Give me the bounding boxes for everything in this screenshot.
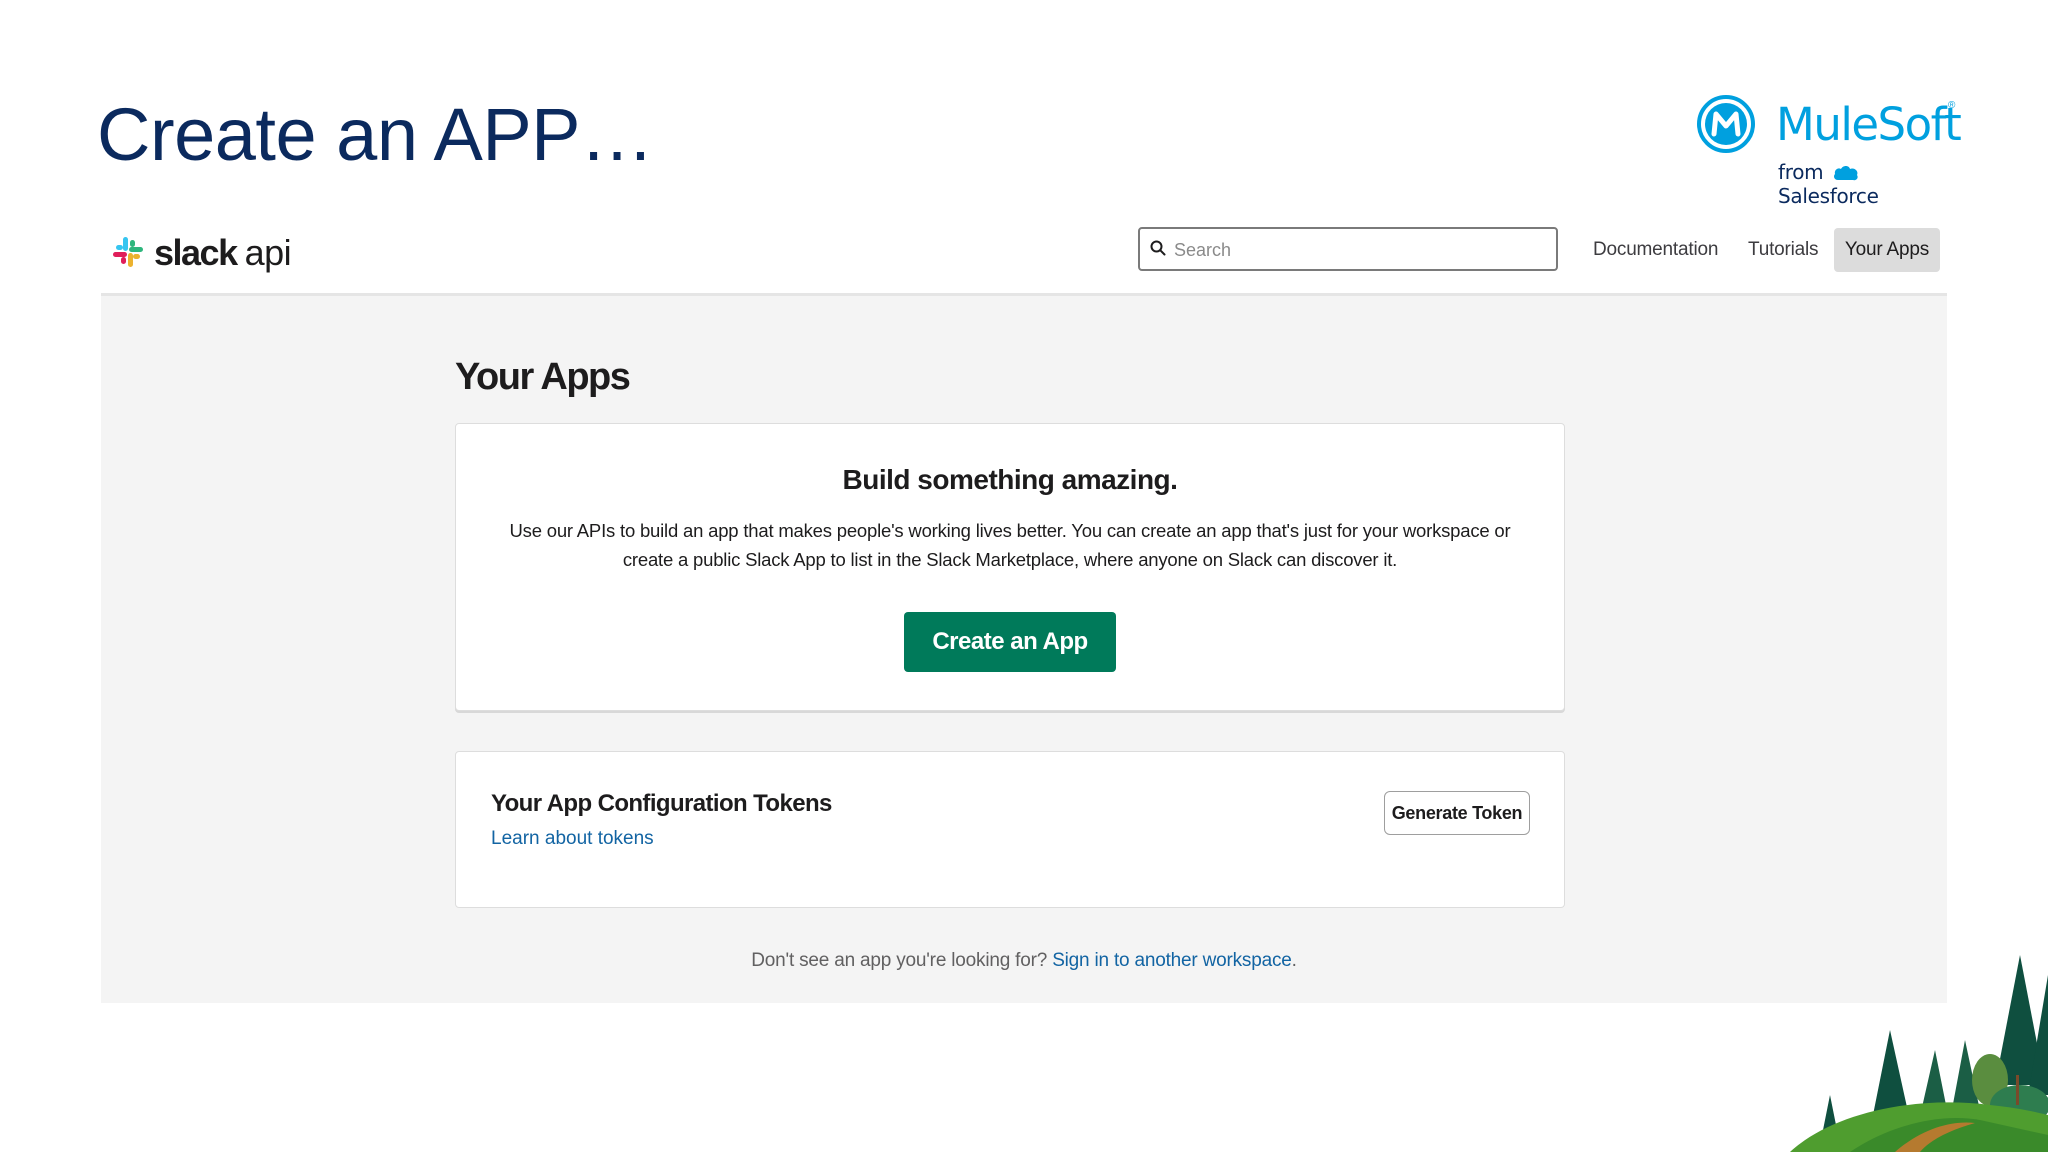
create-app-button[interactable]: Create an App bbox=[904, 612, 1116, 672]
sign-in-workspace-link[interactable]: Sign in to another workspace bbox=[1052, 950, 1292, 971]
slack-api-header: slackapi Documentation Tutorials Your Ap… bbox=[101, 212, 1947, 296]
footer-period: . bbox=[1291, 950, 1297, 971]
forest-illustration bbox=[1790, 955, 2048, 1152]
slack-brand: slack bbox=[154, 232, 238, 273]
tokens-heading: Your App Configuration Tokens bbox=[491, 790, 832, 817]
slide-title: Create an APP… bbox=[97, 93, 654, 176]
salesforce-text: Salesforce bbox=[1778, 184, 1879, 208]
nav-documentation[interactable]: Documentation bbox=[1593, 228, 1718, 272]
from-text: from bbox=[1778, 160, 1824, 184]
build-heading: Build something amazing. bbox=[842, 464, 1178, 495]
page-title: Your Apps bbox=[455, 356, 631, 398]
search-input[interactable] bbox=[1172, 235, 1546, 265]
from-salesforce: from Salesforce bbox=[1778, 160, 1956, 208]
config-tokens-card: Your App Configuration Tokens Learn abou… bbox=[455, 751, 1565, 908]
slack-logo-icon bbox=[113, 237, 143, 267]
build-app-card: Build something amazing. Use our APIs to… bbox=[455, 423, 1565, 711]
mulesoft-logo: MuleSoft ® from Salesforce bbox=[1696, 94, 1962, 208]
search-icon bbox=[1150, 240, 1166, 256]
nav-tutorials[interactable]: Tutorials bbox=[1748, 228, 1819, 272]
salesforce-cloud-icon bbox=[1834, 166, 1859, 181]
registered-mark: ® bbox=[1948, 100, 1956, 111]
mulesoft-icon bbox=[1697, 95, 1755, 153]
footer-note: Don't see an app you're looking for? Sig… bbox=[101, 950, 1947, 972]
nav-your-apps[interactable]: Your Apps bbox=[1834, 228, 1940, 272]
generate-token-button[interactable]: Generate Token bbox=[1384, 791, 1530, 835]
learn-about-tokens-link[interactable]: Learn about tokens bbox=[491, 828, 654, 850]
footer-text: Don't see an app you're looking for? bbox=[751, 950, 1048, 971]
api-suffix: api bbox=[244, 232, 292, 273]
build-description: Use our APIs to build an app that makes … bbox=[509, 520, 1511, 570]
slack-wordmark: slack api bbox=[154, 232, 292, 274]
slack-page-body: Your Apps Build something amazing. Use o… bbox=[101, 296, 1947, 1003]
mulesoft-wordmark: MuleSoft bbox=[1776, 98, 1962, 151]
search-box[interactable] bbox=[1138, 227, 1558, 271]
